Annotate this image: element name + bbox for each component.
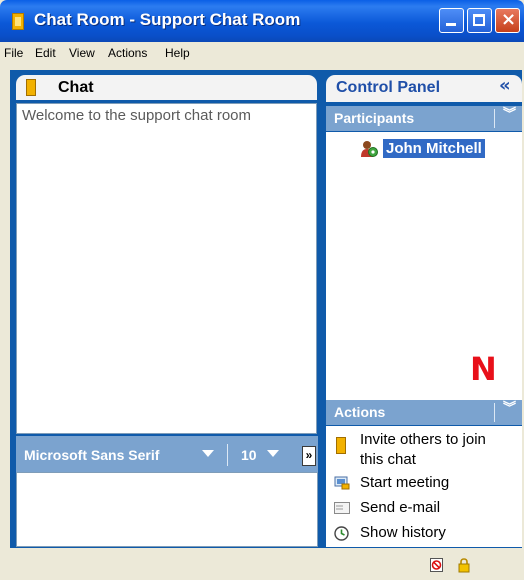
close-icon: × xyxy=(501,9,517,30)
novell-logo: N xyxy=(470,350,497,388)
chat-room-icon xyxy=(12,13,24,30)
font-size-dropdown-icon[interactable] xyxy=(267,450,279,457)
invite-action[interactable]: Invite others to join xyxy=(360,431,486,448)
maximize-icon xyxy=(473,14,485,26)
menu-help[interactable]: Help xyxy=(165,46,190,60)
start-meeting-action[interactable]: Start meeting xyxy=(360,474,449,491)
chat-message: Welcome to the support chat room xyxy=(22,107,251,124)
window-title: Chat Room - Support Chat Room xyxy=(34,10,301,29)
message-input[interactable] xyxy=(16,472,318,547)
toolbar-divider xyxy=(227,444,228,466)
maximize-button[interactable] xyxy=(467,8,492,33)
invite-icon[interactable] xyxy=(336,437,346,454)
invite-action-line2[interactable]: this chat xyxy=(360,451,416,468)
send-email-action[interactable]: Send e-mail xyxy=(360,499,440,516)
menu-edit[interactable]: Edit xyxy=(35,46,56,60)
minimize-icon xyxy=(446,23,456,26)
status-bar xyxy=(0,552,524,580)
menu-bar: File Edit View Actions Help xyxy=(0,42,524,64)
show-history-action[interactable]: Show history xyxy=(360,524,446,541)
section-divider xyxy=(494,109,495,128)
participant-item[interactable]: John Mitchell xyxy=(383,139,485,158)
collapse-panel-button[interactable]: « xyxy=(499,75,511,96)
menu-actions[interactable]: Actions xyxy=(108,46,147,60)
font-name-select[interactable]: Microsoft Sans Serif xyxy=(24,447,159,463)
do-not-disturb-icon[interactable] xyxy=(430,558,443,572)
minimize-button[interactable] xyxy=(439,8,464,33)
email-icon[interactable] xyxy=(334,502,350,514)
chat-title: Chat xyxy=(58,79,94,96)
menu-file[interactable]: File xyxy=(4,46,23,60)
lock-icon xyxy=(458,558,470,573)
meeting-icon[interactable] xyxy=(334,476,350,490)
chat-icon xyxy=(26,79,36,96)
close-button[interactable]: × xyxy=(495,8,520,33)
actions-collapse-icon[interactable]: ︾ xyxy=(503,402,516,415)
history-icon[interactable] xyxy=(334,526,349,541)
participants-collapse-icon[interactable]: ︾ xyxy=(503,108,516,121)
font-dropdown-icon[interactable] xyxy=(202,450,214,457)
section-divider xyxy=(494,403,495,422)
font-size-select[interactable]: 10 xyxy=(241,447,257,463)
chat-transcript[interactable] xyxy=(16,103,317,434)
actions-title: Actions xyxy=(334,404,386,420)
person-icon xyxy=(361,141,378,157)
control-panel-title: Control Panel xyxy=(336,79,441,96)
menu-view[interactable]: View xyxy=(69,46,95,60)
more-options-button[interactable]: » xyxy=(302,446,316,466)
participants-title: Participants xyxy=(334,110,415,126)
